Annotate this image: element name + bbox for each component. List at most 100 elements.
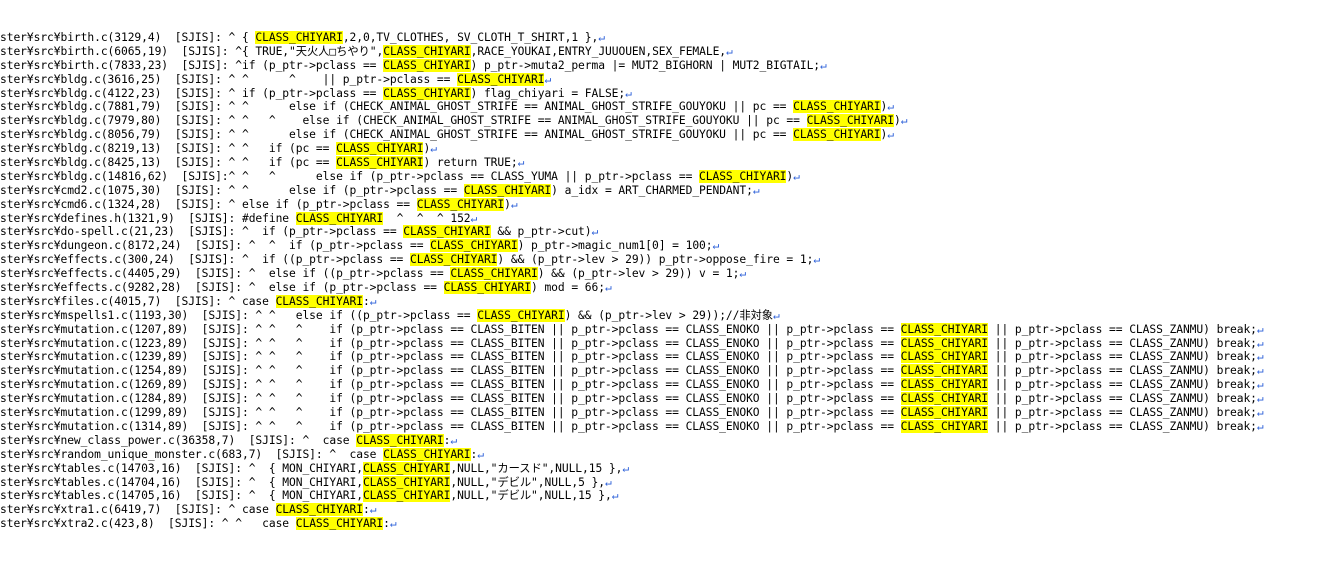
newline-icon: ↵ bbox=[1256, 364, 1264, 378]
grep-result-line[interactable]: ster¥src¥dungeon.c(8172,24) [SJIS]: ^ ^ … bbox=[0, 239, 1322, 253]
grep-result-line[interactable]: ster¥src¥birth.c(7833,23) [SJIS]: ^if (p… bbox=[0, 58, 1322, 73]
newline-icon: ↵ bbox=[604, 281, 612, 295]
search-match-highlight: CLASS_CHIYARI bbox=[900, 350, 989, 364]
search-match-highlight: CLASS_CHIYARI bbox=[430, 239, 518, 253]
newline-icon: ↵ bbox=[752, 183, 760, 197]
newline-icon: ↵ bbox=[369, 294, 377, 308]
grep-result-line[interactable]: ster¥src¥cmd2.c(1075,30) [SJIS]: ^ ^ els… bbox=[0, 183, 1322, 198]
newline-icon: ↵ bbox=[450, 433, 458, 447]
newline-icon: ↵ bbox=[1256, 392, 1264, 406]
newline-icon: ↵ bbox=[611, 489, 619, 503]
search-match-highlight: CLASS_CHIYARI bbox=[477, 308, 565, 322]
newline-icon: ↵ bbox=[1256, 322, 1264, 336]
grep-result-line[interactable]: ster¥src¥mutation.c(1223,89) [SJIS]: ^ ^… bbox=[0, 336, 1322, 351]
grep-result-line[interactable]: ster¥src¥bldg.c(14816,62) [SJIS]:^ ^ ^ e… bbox=[0, 169, 1322, 184]
search-match-highlight: CLASS_CHIYARI bbox=[457, 72, 545, 86]
search-match-highlight: CLASS_CHIYARI bbox=[416, 197, 505, 211]
search-match-highlight: CLASS_CHIYARI bbox=[295, 517, 384, 531]
search-match-highlight: CLASS_CHIYARI bbox=[362, 489, 451, 503]
grep-result-line[interactable]: ster¥src¥effects.c(9282,28) [SJIS]: ^ el… bbox=[0, 281, 1322, 295]
newline-icon: ↵ bbox=[517, 156, 525, 170]
grep-result-line[interactable]: ster¥src¥bldg.c(7881,79) [SJIS]: ^ ^ els… bbox=[0, 100, 1322, 114]
grep-result-line[interactable]: ster¥src¥tables.c(14704,16) [SJIS]: ^ { … bbox=[0, 475, 1322, 490]
newline-icon: ↵ bbox=[887, 128, 894, 142]
search-match-highlight: CLASS_CHIYARI bbox=[900, 419, 989, 433]
grep-result-line[interactable]: ster¥src¥xtra1.c(6419,7) [SJIS]: ^ case … bbox=[0, 503, 1322, 517]
grep-result-line[interactable]: ster¥src¥mutation.c(1299,89) [SJIS]: ^ ^… bbox=[0, 406, 1322, 420]
grep-result-line[interactable]: ster¥src¥birth.c(3129,4) [SJIS]: ^ { CLA… bbox=[0, 31, 1322, 45]
search-match-highlight: CLASS_CHIYARI bbox=[255, 31, 343, 44]
grep-result-line[interactable]: ster¥src¥effects.c(4405,29) [SJIS]: ^ el… bbox=[0, 267, 1322, 281]
newline-icon: ↵ bbox=[900, 114, 908, 128]
grep-result-line[interactable]: ster¥src¥effects.c(300,24) [SJIS]: ^ if … bbox=[0, 253, 1322, 267]
newline-icon: ↵ bbox=[739, 267, 747, 281]
grep-result-line[interactable]: ster¥src¥bldg.c(8056,79) [SJIS]: ^ ^ els… bbox=[0, 128, 1322, 142]
newline-icon: ↵ bbox=[813, 253, 821, 267]
grep-result-line[interactable]: ster¥src¥bldg.c(3616,25) [SJIS]: ^ ^ ^ |… bbox=[0, 72, 1322, 87]
search-match-highlight: CLASS_CHIYARI bbox=[356, 433, 444, 447]
newline-icon: ↵ bbox=[820, 58, 827, 72]
search-match-highlight: CLASS_CHIYARI bbox=[383, 58, 471, 72]
grep-result-line[interactable]: ster¥src¥defines.h(1321,9) [SJIS]: #defi… bbox=[0, 211, 1322, 226]
newline-icon: ↵ bbox=[773, 308, 780, 322]
newline-icon: ↵ bbox=[1256, 350, 1264, 364]
search-match-highlight: CLASS_CHIYARI bbox=[793, 128, 881, 142]
search-match-highlight: CLASS_CHIYARI bbox=[900, 336, 989, 350]
newline-icon: ↵ bbox=[1256, 378, 1264, 392]
grep-result-line[interactable]: ster¥src¥bldg.c(7979,80) [SJIS]: ^ ^ ^ e… bbox=[0, 114, 1322, 128]
search-match-highlight: CLASS_CHIYARI bbox=[793, 100, 881, 114]
grep-result-line[interactable]: ster¥src¥cmd6.c(1324,28) [SJIS]: ^ else … bbox=[0, 197, 1322, 212]
newline-icon: ↵ bbox=[712, 239, 720, 253]
search-match-highlight: CLASS_CHIYARI bbox=[900, 322, 989, 336]
newline-icon: ↵ bbox=[544, 72, 552, 86]
grep-result-line[interactable]: ster¥src¥bldg.c(8425,13) [SJIS]: ^ ^ if … bbox=[0, 156, 1322, 170]
search-match-highlight: CLASS_CHIYARI bbox=[362, 475, 451, 489]
search-match-highlight: CLASS_CHIYARI bbox=[900, 392, 989, 406]
search-match-highlight: CLASS_CHIYARI bbox=[383, 44, 471, 58]
grep-result-line[interactable]: ster¥src¥new_class_power.c(36358,7) [SJI… bbox=[0, 433, 1322, 448]
grep-result-line[interactable]: ster¥src¥mutation.c(1207,89) [SJIS]: ^ ^… bbox=[0, 322, 1322, 337]
search-match-highlight: CLASS_CHIYARI bbox=[275, 503, 363, 517]
newline-icon: ↵ bbox=[1256, 336, 1264, 350]
grep-result-line[interactable]: ster¥src¥mutation.c(1254,89) [SJIS]: ^ ^… bbox=[0, 364, 1322, 378]
newline-icon: ↵ bbox=[389, 517, 397, 531]
search-match-highlight: CLASS_CHIYARI bbox=[463, 183, 552, 197]
search-match-highlight: CLASS_CHIYARI bbox=[275, 294, 363, 308]
newline-icon: ↵ bbox=[793, 169, 800, 183]
newline-icon: ↵ bbox=[622, 461, 630, 475]
newline-icon: ↵ bbox=[887, 100, 894, 114]
grep-result-line[interactable]: ster¥src¥mutation.c(1284,89) [SJIS]: ^ ^… bbox=[0, 392, 1322, 406]
search-match-highlight: CLASS_CHIYARI bbox=[362, 461, 451, 475]
search-match-highlight: CLASS_CHIYARI bbox=[806, 114, 894, 128]
search-match-highlight: CLASS_CHIYARI bbox=[699, 169, 787, 183]
grep-result-line[interactable]: ster¥src¥bldg.c(8219,13) [SJIS]: ^ ^ if … bbox=[0, 142, 1322, 156]
newline-icon: ↵ bbox=[598, 31, 605, 44]
grep-result-line[interactable]: ster¥src¥xtra2.c(423,8) [SJIS]: ^ ^ case… bbox=[0, 517, 1322, 531]
grep-results-text-area[interactable]: ster¥src¥birth.c(3129,4) [SJIS]: ^ { CLA… bbox=[0, 31, 1322, 531]
search-match-highlight: CLASS_CHIYARI bbox=[295, 211, 384, 225]
grep-result-line[interactable]: ster¥src¥tables.c(14705,16) [SJIS]: ^ { … bbox=[0, 489, 1322, 503]
search-match-highlight: CLASS_CHIYARI bbox=[900, 406, 989, 420]
grep-result-line[interactable]: ster¥src¥mutation.c(1269,89) [SJIS]: ^ ^… bbox=[0, 378, 1322, 392]
grep-result-line[interactable]: ster¥src¥files.c(4015,7) [SJIS]: ^ case … bbox=[0, 294, 1322, 309]
newline-icon: ↵ bbox=[1256, 406, 1264, 420]
grep-result-line[interactable]: ster¥src¥mutation.c(1314,89) [SJIS]: ^ ^… bbox=[0, 419, 1322, 434]
grep-result-line[interactable]: ster¥src¥tables.c(14703,16) [SJIS]: ^ { … bbox=[0, 461, 1322, 476]
newline-icon: ↵ bbox=[1256, 419, 1264, 433]
search-match-highlight: CLASS_CHIYARI bbox=[900, 378, 989, 392]
newline-icon: ↵ bbox=[591, 225, 599, 239]
grep-result-line[interactable]: ster¥src¥birth.c(6065,19) [SJIS]: ^{ TRU… bbox=[0, 44, 1322, 59]
search-match-highlight: CLASS_CHIYARI bbox=[403, 225, 491, 239]
grep-result-line[interactable]: ster¥src¥mspells1.c(1193,30) [SJIS]: ^ ^… bbox=[0, 308, 1322, 323]
search-match-highlight: CLASS_CHIYARI bbox=[383, 86, 471, 100]
newline-icon: ↵ bbox=[470, 211, 478, 225]
grep-result-line[interactable]: ster¥src¥do-spell.c(21,23) [SJIS]: ^ if … bbox=[0, 225, 1322, 239]
search-match-highlight: CLASS_CHIYARI bbox=[336, 156, 424, 170]
grep-result-line[interactable]: ster¥src¥bldg.c(4122,23) [SJIS]: ^ if (p… bbox=[0, 86, 1322, 101]
newline-icon: ↵ bbox=[604, 475, 612, 489]
grep-result-line[interactable]: ster¥src¥random_unique_monster.c(683,7) … bbox=[0, 447, 1322, 462]
newline-icon: ↵ bbox=[510, 197, 518, 211]
grep-result-line[interactable]: ster¥src¥mutation.c(1239,89) [SJIS]: ^ ^… bbox=[0, 350, 1322, 364]
search-match-highlight: CLASS_CHIYARI bbox=[383, 447, 471, 461]
search-match-highlight: CLASS_CHIYARI bbox=[410, 253, 498, 267]
